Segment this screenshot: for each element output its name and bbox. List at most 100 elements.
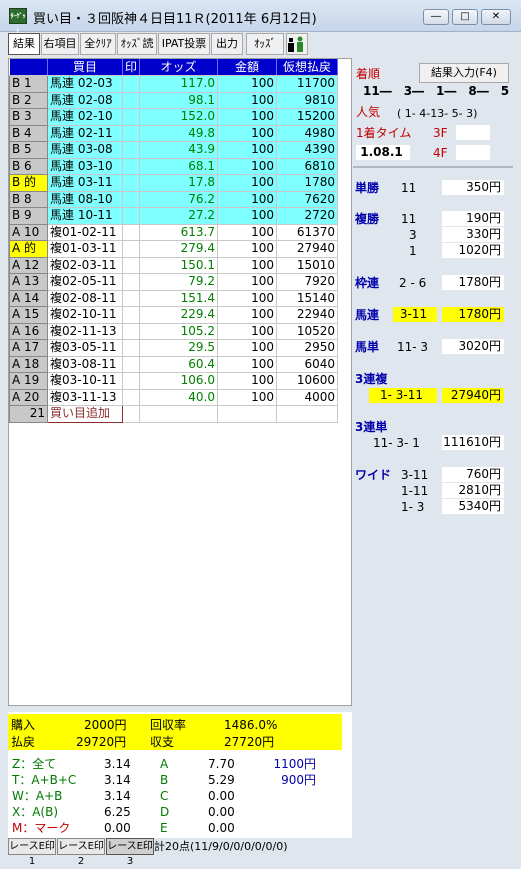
bet-cell[interactable]: 複03-11-13 [47,389,123,406]
payout-cell[interactable]: 27940 [276,240,339,258]
row-id[interactable]: A 16 [9,322,48,340]
col-header-mark[interactable]: 印 [122,59,141,76]
mark-cell[interactable] [122,323,141,340]
amount-cell[interactable]: 100 [217,372,278,390]
mark-cell[interactable] [122,207,141,225]
table-row[interactable]: A 14 複02-08-11 151.4 100 15140 [9,289,339,307]
odds-cell[interactable]: 40.0 [139,389,219,406]
odds-cell[interactable]: 279.4 [139,240,219,258]
row-id[interactable]: A 13 [9,273,48,291]
payout-cell[interactable]: 15010 [276,257,339,274]
odds-cell[interactable]: 60.4 [139,356,219,373]
odds-cell[interactable]: 76.2 [139,191,219,208]
table-row[interactable]: B 2 馬連 02-08 98.1 100 9810 [9,91,339,109]
bet-cell[interactable]: 馬連 03-10 [47,158,123,175]
table-row[interactable]: B 3 馬連 02-10 152.0 100 15200 [9,108,339,126]
mark-cell[interactable] [122,224,141,241]
payout-cell[interactable]: 7920 [276,273,339,291]
odds-cell[interactable]: 150.1 [139,257,219,274]
mark-cell[interactable] [122,273,141,291]
table-row[interactable]: B 9 馬連 10-11 27.2 100 2720 [9,207,339,225]
table-row[interactable]: A 20 複03-11-13 40.0 100 4000 [9,388,339,406]
odds-read-button[interactable]: ｵｯｽﾞ読 [117,33,157,55]
payout-cell[interactable]: 2720 [276,207,339,225]
row-id[interactable]: B 2 [9,91,48,109]
bet-cell[interactable]: 複02-08-11 [47,290,123,307]
row-id[interactable]: A 17 [9,339,48,357]
odds-button[interactable]: ｵｯｽﾞ [246,33,284,55]
payout-cell[interactable]: 22940 [276,306,339,324]
payout-cell[interactable]: 7620 [276,191,339,208]
amount-cell[interactable]: 100 [217,108,278,126]
mark-cell[interactable] [122,356,141,373]
col-header-amount[interactable]: 金額 [217,59,278,76]
mark-cell[interactable] [122,92,141,109]
row-id[interactable]: B 6 [9,157,48,175]
payout-cell[interactable]: 2950 [276,339,339,357]
mark-cell[interactable] [122,141,141,159]
right-item-button[interactable]: 右項目 [41,33,79,55]
amount-cell[interactable]: 100 [217,273,278,291]
row-id[interactable]: A 14 [9,289,48,307]
amount-cell[interactable]: 100 [217,306,278,324]
table-row[interactable]: A 10 複01-02-11 613.7 100 61370 [9,223,339,241]
bet-cell[interactable]: 複02-03-11 [47,257,123,274]
payout-cell[interactable]: 15140 [276,290,339,307]
amount-cell[interactable]: 100 [217,125,278,142]
mark-cell[interactable] [122,174,141,192]
mark-cell[interactable] [122,108,141,126]
bet-cell[interactable]: 馬連 02-10 [47,108,123,126]
bet-cell[interactable]: 複02-05-11 [47,273,123,291]
odds-cell[interactable]: 151.4 [139,290,219,307]
empty-cell[interactable] [139,405,219,423]
result-button[interactable]: 結果 [8,33,40,55]
odds-cell[interactable]: 43.9 [139,141,219,159]
ipat-vote-button[interactable]: IPAT投票 [158,33,210,55]
empty-cell[interactable] [217,405,278,423]
table-row[interactable]: B 8 馬連 08-10 76.2 100 7620 [9,190,339,208]
odds-cell[interactable]: 613.7 [139,224,219,241]
odds-cell[interactable]: 68.1 [139,158,219,175]
all-clear-button[interactable]: 全ｸﾘｱ [80,33,116,55]
table-row[interactable]: A 15 複02-10-11 229.4 100 22940 [9,306,339,324]
mark-cell[interactable] [122,240,141,258]
tab-mark-1[interactable]: レースE印1 [8,838,56,867]
row-id[interactable]: B 1 [9,75,48,93]
odds-cell[interactable]: 29.5 [139,339,219,357]
table-row[interactable]: A 13 複02-05-11 79.2 100 7920 [9,273,339,291]
bet-cell[interactable]: 馬連 03-08 [47,141,123,159]
odds-cell[interactable]: 117.0 [139,75,219,93]
output-button[interactable]: 出力 [211,33,243,55]
minimize-button[interactable]: ― [423,9,449,25]
bet-cell[interactable]: 複01-02-11 [47,224,123,241]
bet-cell[interactable]: 複02-11-13 [47,323,123,340]
row-id[interactable]: A 15 [9,306,48,324]
col-header-bet[interactable]: 買目 [47,59,123,76]
payout-cell[interactable]: 1780 [276,174,339,192]
col-header-odds[interactable]: オッズ [139,59,219,76]
row-id[interactable]: B 的 [9,174,48,192]
mark-cell[interactable] [122,306,141,324]
amount-cell[interactable]: 100 [217,240,278,258]
empty-cell[interactable] [276,405,339,423]
table-row[interactable]: B 6 馬連 03-10 68.1 100 6810 [9,157,339,175]
odds-cell[interactable]: 98.1 [139,92,219,109]
table-row[interactable]: B 5 馬連 03-08 43.9 100 4390 [9,141,339,159]
bet-cell[interactable]: 複02-10-11 [47,306,123,324]
payout-cell[interactable]: 61370 [276,224,339,241]
bet-cell[interactable]: 複03-05-11 [47,339,123,357]
table-row[interactable]: B 1 馬連 02-03 117.0 100 11700 [9,75,339,93]
amount-cell[interactable]: 100 [217,207,278,225]
amount-cell[interactable]: 100 [217,141,278,159]
table-row[interactable]: A 18 複03-08-11 60.4 100 6040 [9,355,339,373]
odds-cell[interactable]: 49.8 [139,125,219,142]
amount-cell[interactable]: 100 [217,323,278,340]
add-row[interactable]: 21 買い目追加 [9,405,339,423]
row-id[interactable]: B 9 [9,207,48,225]
row-id[interactable]: B 5 [9,141,48,159]
bet-cell[interactable]: 馬連 02-11 [47,125,123,142]
odds-cell[interactable]: 105.2 [139,323,219,340]
amount-cell[interactable]: 100 [217,158,278,175]
amount-cell[interactable]: 100 [217,92,278,109]
amount-cell[interactable]: 100 [217,224,278,241]
